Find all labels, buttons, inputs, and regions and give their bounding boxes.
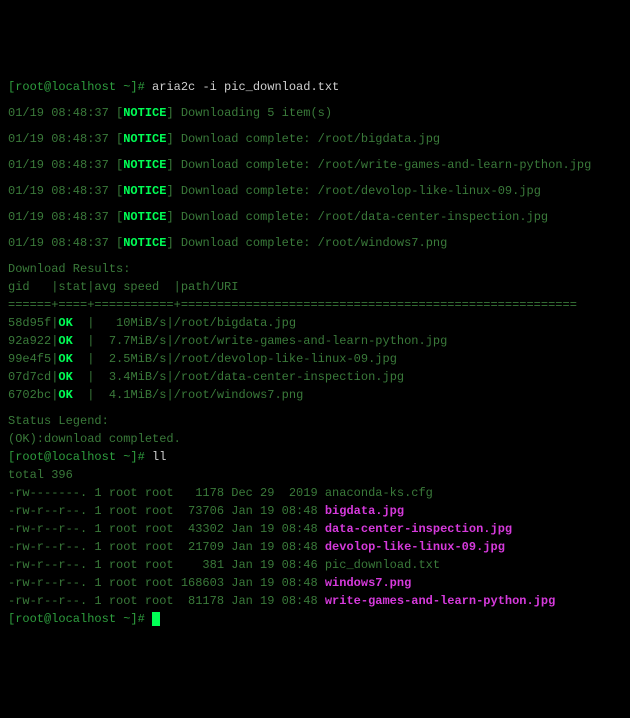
status-ok: OK xyxy=(58,388,72,402)
notice-label: NOTICE xyxy=(123,210,166,224)
ls-row: -rw-r--r--. 1 root root 43302 Jan 19 08:… xyxy=(8,520,622,538)
ls-row: -rw-r--r--. 1 root root 168603 Jan 19 08… xyxy=(8,574,622,592)
file-name: devolop-like-linux-09.jpg xyxy=(325,540,505,554)
ls-total: total 396 xyxy=(8,466,622,484)
ls-row: -rw-r--r--. 1 root root 73706 Jan 19 08:… xyxy=(8,502,622,520)
log-line: 01/19 08:48:37 [NOTICE] Download complet… xyxy=(8,208,622,226)
result-row: 99e4f5|OK | 2.5MiB/s|/root/devolop-like-… xyxy=(8,350,622,368)
result-row: 58d95f|OK | 10MiB/s|/root/bigdata.jpg xyxy=(8,314,622,332)
file-name: anaconda-ks.cfg xyxy=(325,486,433,500)
log-line: 01/19 08:48:37 [NOTICE] Download complet… xyxy=(8,234,622,252)
command-text: ll xyxy=(152,450,166,464)
cursor[interactable] xyxy=(152,612,160,626)
notice-label: NOTICE xyxy=(123,106,166,120)
log-line: 01/19 08:48:37 [NOTICE] Download complet… xyxy=(8,182,622,200)
status-ok: OK xyxy=(58,370,72,384)
status-ok: OK xyxy=(58,352,72,366)
log-line: 01/19 08:48:37 [NOTICE] Downloading 5 it… xyxy=(8,104,622,122)
file-name: data-center-inspection.jpg xyxy=(325,522,512,536)
file-name: pic_download.txt xyxy=(325,558,440,572)
status-ok: OK xyxy=(58,316,72,330)
log-line: 01/19 08:48:37 [NOTICE] Download complet… xyxy=(8,156,622,174)
shell-prompt: [root@localhost ~]# xyxy=(8,80,145,94)
result-row: 07d7cd|OK | 3.4MiB/s|/root/data-center-i… xyxy=(8,368,622,386)
command-text: aria2c -i pic_download.txt xyxy=(152,80,339,94)
notice-label: NOTICE xyxy=(123,184,166,198)
status-legend-header: Status Legend: xyxy=(8,412,622,430)
notice-label: NOTICE xyxy=(123,158,166,172)
results-columns: gid |stat|avg speed |path/URI xyxy=(8,278,622,296)
file-name: write-games-and-learn-python.jpg xyxy=(325,594,555,608)
shell-prompt: [root@localhost ~]# xyxy=(8,450,145,464)
file-name: windows7.png xyxy=(325,576,411,590)
results-separator: ======+====+===========+================… xyxy=(8,296,622,314)
file-name: bigdata.jpg xyxy=(325,504,404,518)
status-ok: OK xyxy=(58,334,72,348)
ls-row: -rw-------. 1 root root 1178 Dec 29 2019… xyxy=(8,484,622,502)
result-row: 92a922|OK | 7.7MiB/s|/root/write-games-a… xyxy=(8,332,622,350)
ls-row: -rw-r--r--. 1 root root 21709 Jan 19 08:… xyxy=(8,538,622,556)
results-header: Download Results: xyxy=(8,260,622,278)
ls-row: -rw-r--r--. 1 root root 381 Jan 19 08:46… xyxy=(8,556,622,574)
status-legend-body: (OK):download completed. xyxy=(8,430,622,448)
notice-label: NOTICE xyxy=(123,236,166,250)
terminal-output: [root@localhost ~]# aria2c -i pic_downlo… xyxy=(8,78,622,628)
result-row: 6702bc|OK | 4.1MiB/s|/root/windows7.png xyxy=(8,386,622,404)
notice-label: NOTICE xyxy=(123,132,166,146)
shell-prompt: [root@localhost ~]# xyxy=(8,612,145,626)
log-line: 01/19 08:48:37 [NOTICE] Download complet… xyxy=(8,130,622,148)
ls-row: -rw-r--r--. 1 root root 81178 Jan 19 08:… xyxy=(8,592,622,610)
